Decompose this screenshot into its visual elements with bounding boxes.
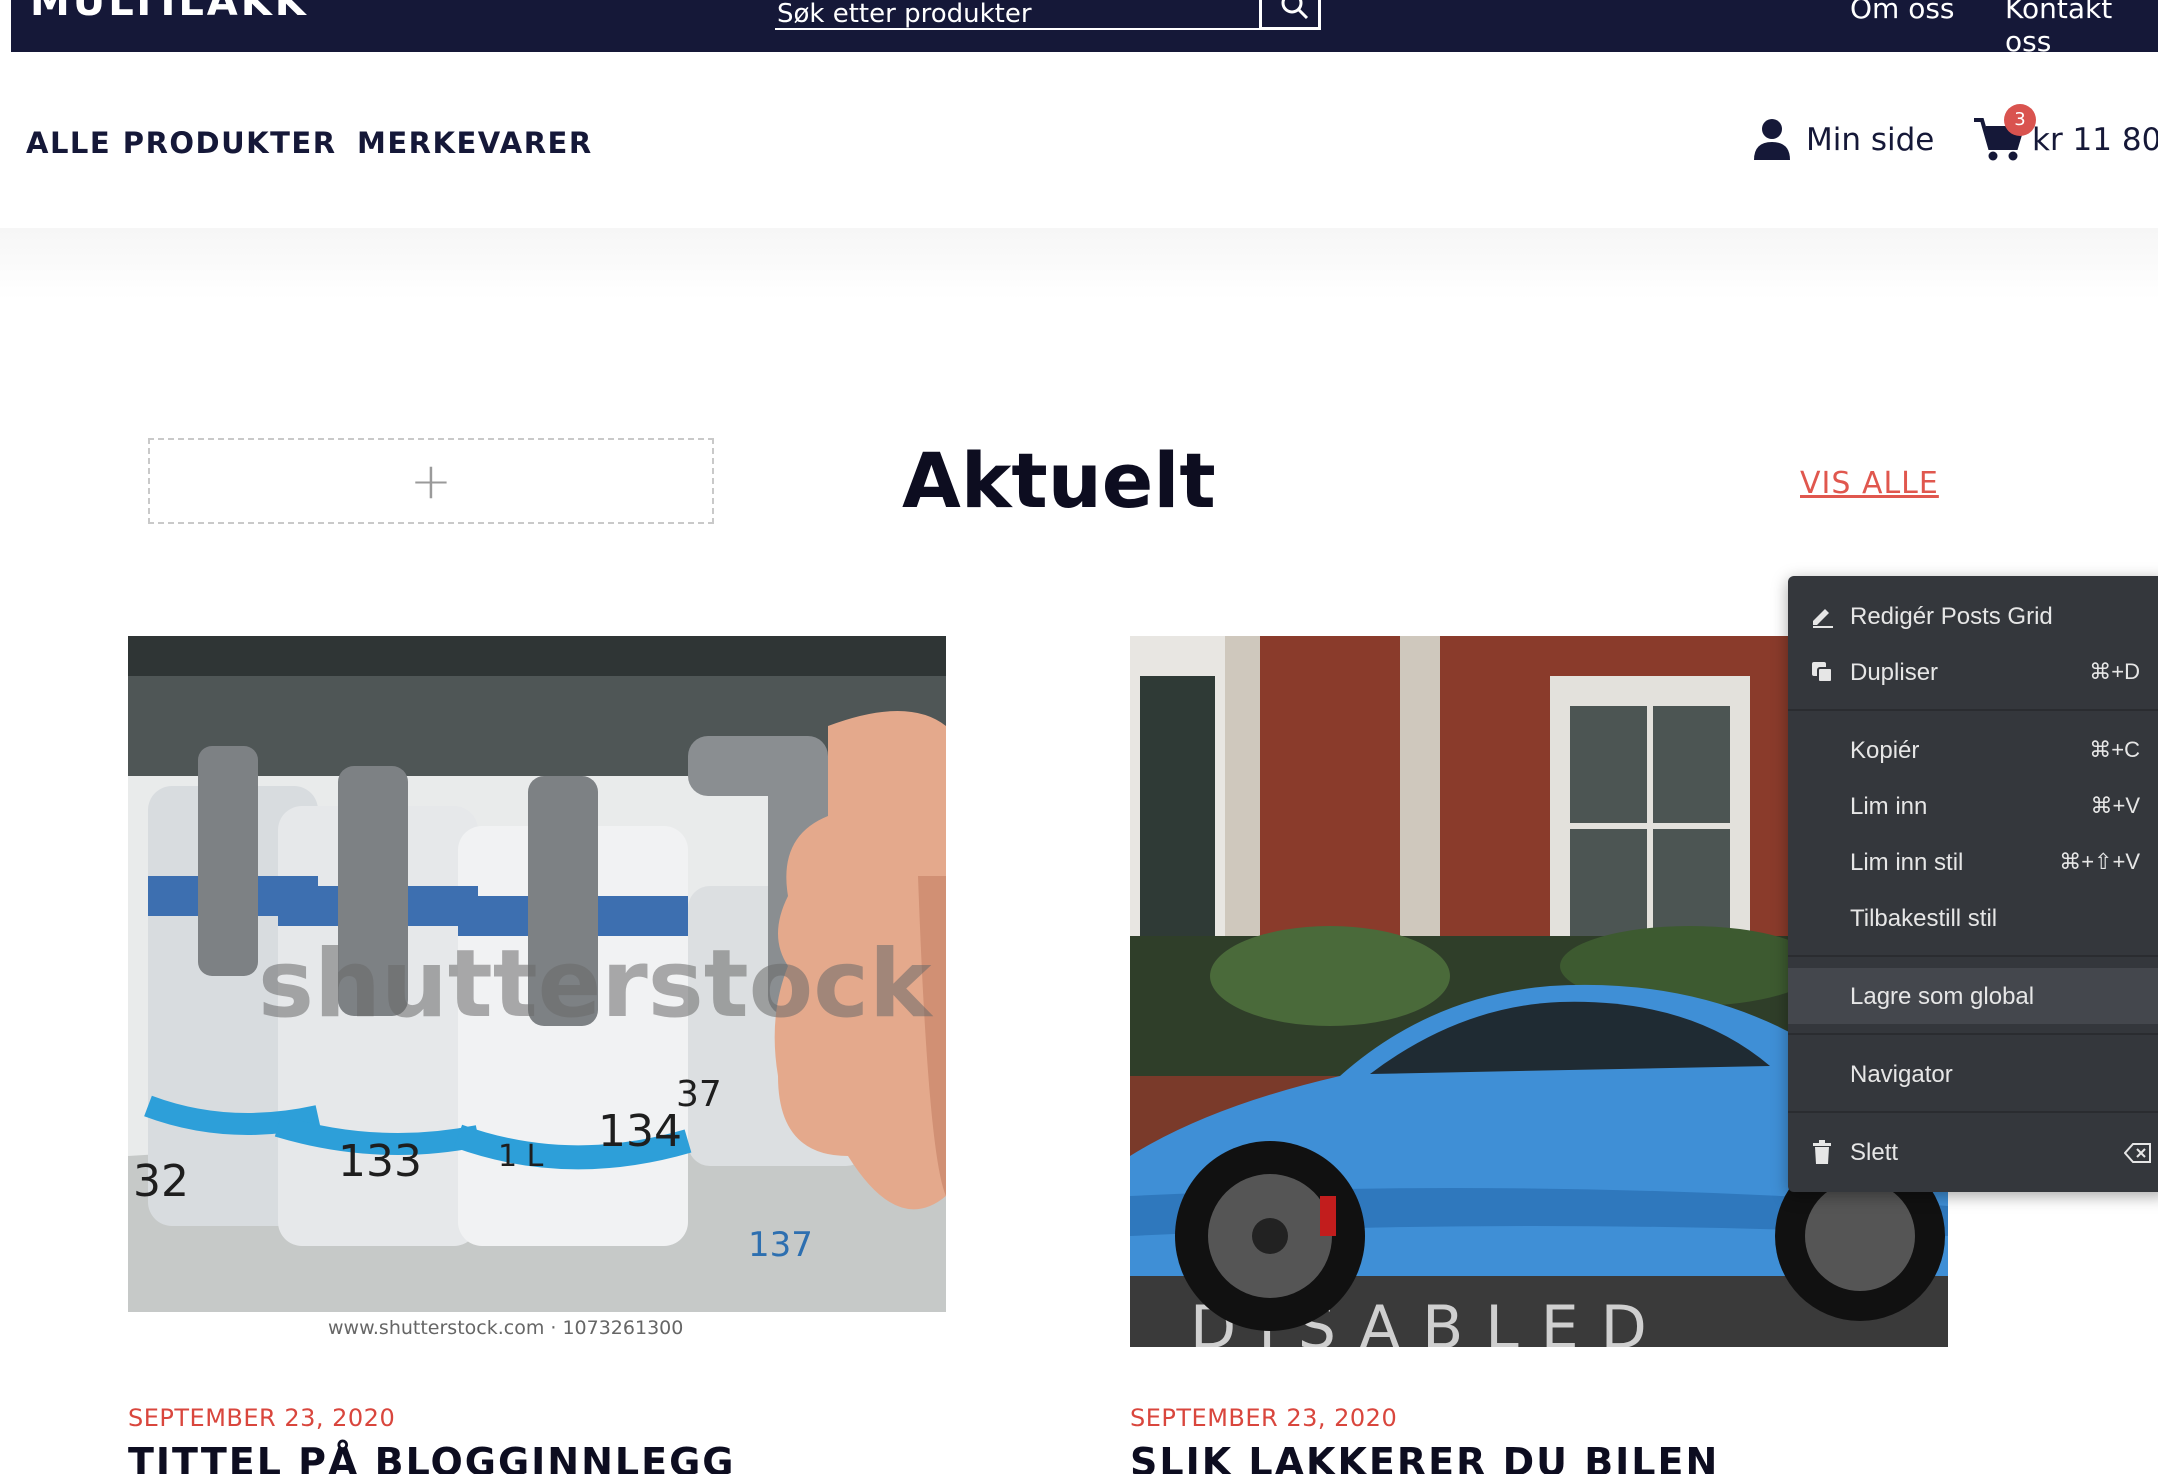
post-image-paint-cans[interactable]: 133 134 1 L 32 137 37 shutterstock www.s… xyxy=(128,636,946,1342)
svg-text:32: 32 xyxy=(133,1156,189,1207)
contact-link[interactable]: Kontakt oss xyxy=(2005,0,2158,58)
search-input[interactable] xyxy=(775,0,1261,30)
view-all-link[interactable]: VIS ALLE xyxy=(1800,466,1939,501)
duplicate-icon xyxy=(1812,662,1833,683)
svg-text:37: 37 xyxy=(676,1074,722,1115)
cart-button[interactable]: 3 xyxy=(1972,104,2036,168)
menu-item-paste[interactable]: Lim inn ⌘+V xyxy=(1788,778,2158,834)
section-title: Aktuelt xyxy=(902,436,1216,525)
menu-item-reset-style[interactable]: Tilbakestill stil xyxy=(1788,890,2158,946)
menu-item-delete[interactable]: Slett xyxy=(1788,1124,2158,1180)
post-date: SEPTEMBER 23, 2020 xyxy=(1130,1404,1398,1432)
cart-total[interactable]: kr 11 804 xyxy=(2032,122,2158,158)
menu-item-duplicate[interactable]: Dupliser ⌘+D xyxy=(1788,644,2158,700)
menu-separator xyxy=(1788,955,2158,957)
site-logo[interactable]: MULTILAKK xyxy=(30,0,309,25)
svg-text:1 L: 1 L xyxy=(498,1139,544,1174)
divider-band xyxy=(0,228,2158,300)
search-bar xyxy=(775,0,1321,30)
menu-item-paste-style[interactable]: Lim inn stil ⌘+⇧+V xyxy=(1788,834,2158,890)
menu-separator xyxy=(1788,1111,2158,1113)
user-icon xyxy=(1754,119,1790,160)
top-header: MULTILAKK Om oss Kontakt oss xyxy=(11,0,2158,58)
search-icon xyxy=(1281,0,1309,20)
account-label: Min side xyxy=(1806,122,1935,158)
svg-text:137: 137 xyxy=(748,1225,813,1265)
trash-icon xyxy=(1813,1140,1831,1164)
nav-all-products[interactable]: ALLE PRODUKTER xyxy=(26,126,337,160)
plus-icon: + xyxy=(410,452,452,510)
account-link[interactable]: Min side xyxy=(1752,118,1934,162)
menu-item-save-as-global[interactable]: Lagre som global xyxy=(1788,968,2158,1024)
post-title[interactable]: SLIK LAKKERER DU BILEN xyxy=(1130,1440,1719,1474)
svg-text:134: 134 xyxy=(598,1106,682,1157)
delete-key-icon xyxy=(2124,1143,2151,1163)
pencil-icon xyxy=(1813,609,1833,628)
context-menu: Redigér Posts Grid Dupliser ⌘+D Kopiér ⌘… xyxy=(1788,576,2158,1192)
nav-brands[interactable]: MERKEVARER xyxy=(357,126,593,160)
about-link[interactable]: Om oss xyxy=(1850,0,1955,25)
menu-item-navigator[interactable]: Navigator xyxy=(1788,1046,2158,1102)
svg-text:shutterstock: shutterstock xyxy=(258,930,934,1039)
menu-item-edit-posts-grid[interactable]: Redigér Posts Grid xyxy=(1788,588,2158,644)
svg-text:133: 133 xyxy=(338,1136,422,1187)
paint-cans-photo: 133 134 1 L 32 137 37 shutterstock www.s… xyxy=(128,636,946,1342)
svg-text:www.shutterstock.com · 1073261: www.shutterstock.com · 1073261300 xyxy=(328,1317,683,1339)
search-button[interactable] xyxy=(1259,0,1321,30)
post-title[interactable]: TITTEL PÅ BLOGGINNLEGG xyxy=(128,1440,735,1474)
menu-item-copy[interactable]: Kopiér ⌘+C xyxy=(1788,722,2158,778)
menu-separator xyxy=(1788,1033,2158,1035)
menu-separator xyxy=(1788,709,2158,711)
add-widget-placeholder[interactable]: + xyxy=(148,438,714,524)
post-date: SEPTEMBER 23, 2020 xyxy=(128,1404,396,1432)
